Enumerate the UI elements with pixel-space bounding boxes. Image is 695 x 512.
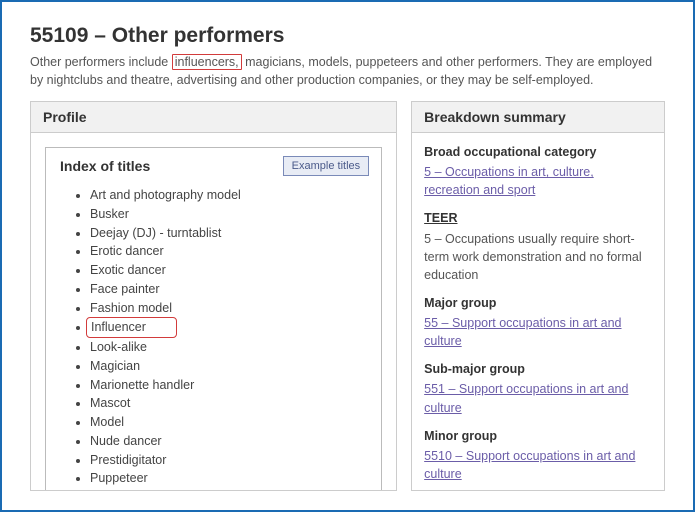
- breakdown-panel: Breakdown summary Broad occupational cat…: [411, 101, 665, 491]
- broad-category-label: Broad occupational category: [424, 143, 652, 161]
- major-group-link[interactable]: 55 – Support occupations in art and cult…: [424, 316, 621, 348]
- minor-group-section: Minor group 5510 – Support occupations i…: [424, 427, 652, 483]
- page-title: 55109 – Other performers: [30, 24, 665, 48]
- list-item: Erotic dancer: [90, 242, 381, 261]
- submajor-group-link[interactable]: 551 – Support occupations in art and cul…: [424, 382, 628, 414]
- titles-list: Art and photography modelBuskerDeejay (D…: [46, 186, 381, 490]
- major-group-label: Major group: [424, 294, 652, 312]
- profile-panel-header: Profile: [31, 102, 396, 133]
- list-item: Nude dancer: [90, 432, 381, 451]
- list-item: Prestidigitator: [90, 451, 381, 470]
- page-frame: 55109 – Other performers Other performer…: [0, 0, 695, 512]
- page-description: Other performers include influencers, ma…: [30, 54, 665, 89]
- submajor-group-section: Sub-major group 551 – Support occupation…: [424, 360, 652, 416]
- minor-group-link[interactable]: 5510 – Support occupations in art and cu…: [424, 449, 635, 481]
- major-group-section: Major group 55 – Support occupations in …: [424, 294, 652, 350]
- example-titles-button[interactable]: Example titles: [283, 156, 369, 176]
- list-item: Mascot: [90, 394, 381, 413]
- index-card: Index of titles Example titles Art and p…: [45, 147, 382, 490]
- list-item: Magician: [90, 357, 381, 376]
- desc-pre: Other performers include: [30, 55, 172, 69]
- list-item: Marionette handler: [90, 376, 381, 395]
- list-item: Deejay (DJ) - turntablist: [90, 224, 381, 243]
- profile-panel: Profile Index of titles Example titles A…: [30, 101, 397, 491]
- index-of-titles-heading: Index of titles: [60, 158, 150, 174]
- index-card-header: Index of titles Example titles: [46, 148, 381, 184]
- list-item: Busker: [90, 205, 381, 224]
- submajor-group-label: Sub-major group: [424, 360, 652, 378]
- breakdown-panel-header: Breakdown summary: [412, 102, 664, 133]
- teer-section: TEER 5 – Occupations usually require sho…: [424, 209, 652, 284]
- list-item: Influencer: [90, 317, 381, 338]
- list-item: Look-alike: [90, 338, 381, 357]
- highlighted-title: Influencer: [86, 317, 177, 338]
- list-item: Fashion model: [90, 299, 381, 318]
- desc-highlight: influencers,: [172, 54, 242, 70]
- teer-label: TEER: [424, 209, 652, 227]
- profile-panel-body: Index of titles Example titles Art and p…: [31, 133, 396, 490]
- content-columns: Profile Index of titles Example titles A…: [30, 101, 665, 491]
- list-item: Rodeo driver: [90, 488, 381, 490]
- broad-category-section: Broad occupational category 5 – Occupati…: [424, 143, 652, 199]
- list-item: Exotic dancer: [90, 261, 381, 280]
- list-item: Model: [90, 413, 381, 432]
- list-item: Face painter: [90, 280, 381, 299]
- breakdown-panel-body: Broad occupational category 5 – Occupati…: [412, 133, 664, 490]
- minor-group-label: Minor group: [424, 427, 652, 445]
- broad-category-link[interactable]: 5 – Occupations in art, culture, recreat…: [424, 165, 594, 197]
- list-item: Puppeteer: [90, 469, 381, 488]
- teer-text: 5 – Occupations usually require short-te…: [424, 232, 641, 282]
- list-item: Art and photography model: [90, 186, 381, 205]
